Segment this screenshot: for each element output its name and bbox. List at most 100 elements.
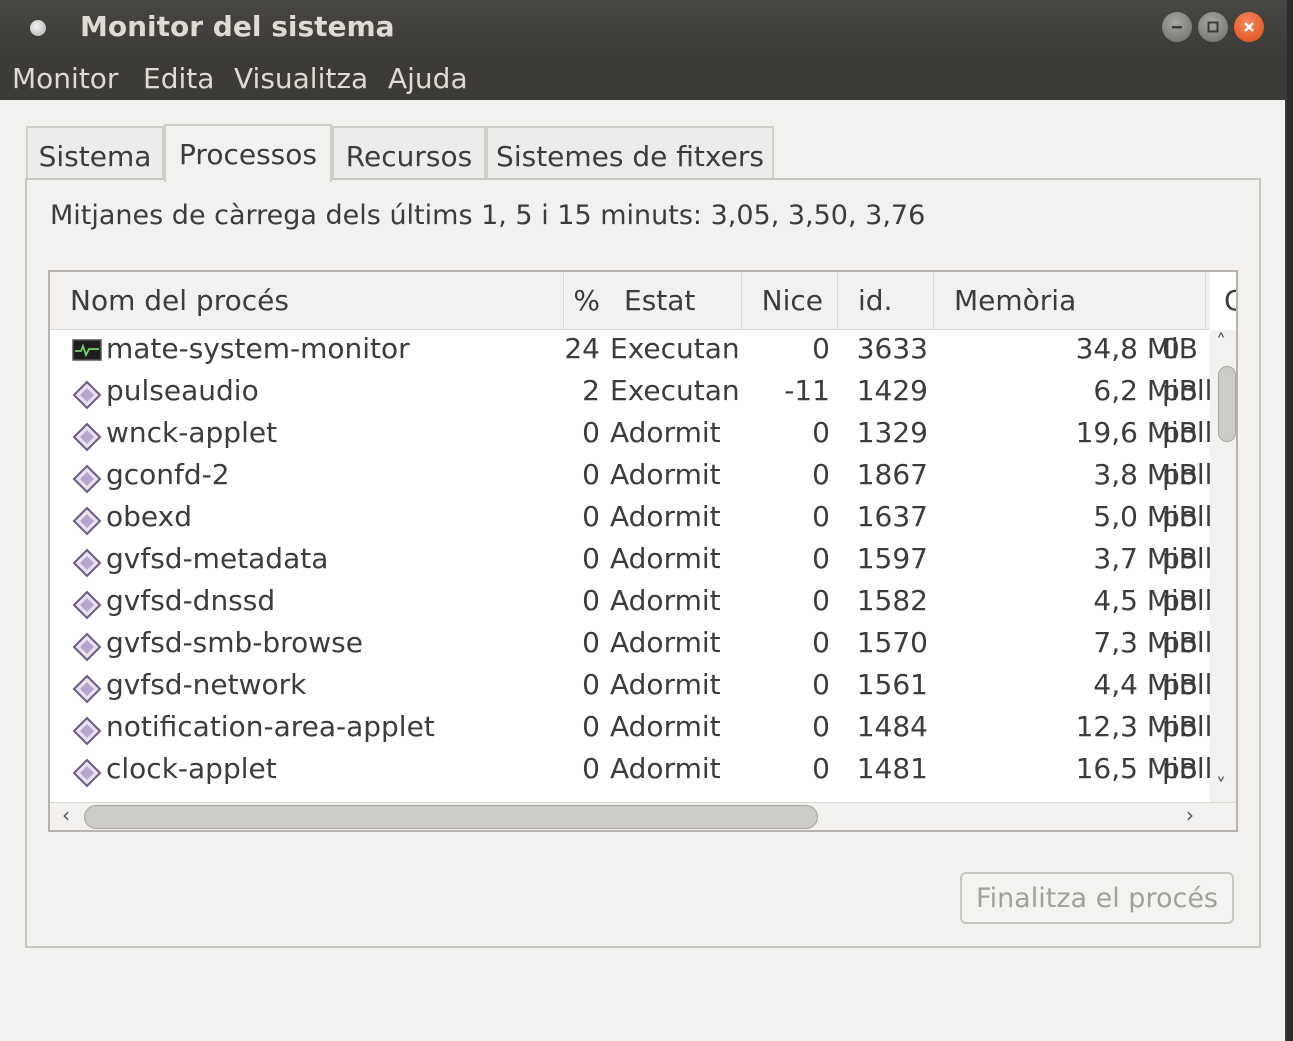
diamond-icon [72,590,102,620]
table-row[interactable]: mate-system-monitor 24 Executan 0 3633 34,8 M… [50,330,1210,372]
maximize-button[interactable] [1198,12,1228,42]
minimize-button[interactable] [1162,12,1192,42]
window-title: Monitor del sistema [80,10,395,43]
menu-ajuda[interactable]: Ajuda [388,62,468,95]
diamond-icon [72,632,102,662]
process-wchan: poll [1162,626,1210,659]
minimize-icon [1172,26,1182,29]
process-name: gvfsd-metadata [106,542,329,575]
vertical-scrollbar[interactable]: ˄ ˅ [1210,330,1236,802]
menu-bar: Monitor Edita Visualitza Ajuda [0,54,1287,100]
column-header-id[interactable]: id. [838,272,934,330]
process-cpu: 2 [582,374,600,407]
process-list[interactable]: mate-system-monitor 24 Executan 0 3633 34,8 M… [50,330,1210,802]
process-wchan: 0 [1162,332,1180,365]
process-mem: 34,8 MiB [1075,332,1198,365]
maximize-icon [1207,21,1219,33]
process-id: 1429 [856,374,928,407]
process-state: Executan [610,332,740,365]
process-name: gvfsd-network [106,668,307,701]
tab-sistemes-de-fitxers[interactable]: Sistemes de fitxers [486,126,774,180]
process-wchan: poll [1162,668,1210,701]
horizontal-scrollbar[interactable]: ‹ › [50,802,1236,830]
close-button[interactable] [1234,12,1264,42]
column-header-name[interactable]: Nom del procés [50,272,564,330]
vertical-scroll-thumb[interactable] [1218,366,1236,442]
table-row[interactable]: gvfsd-dnssd 0 Adormit 0 1582 4,5 MiB poll [50,582,1210,624]
process-table: Nom del procés % Estat Nice id. Memòria … [48,270,1238,832]
process-state: Adormit [610,458,721,491]
column-header-nice[interactable]: Nice [742,272,838,330]
process-name: clock-applet [106,752,277,785]
diamond-icon [72,380,102,410]
process-name: pulseaudio [106,374,259,407]
app-indicator-icon [30,20,46,36]
scroll-right-icon[interactable]: › [1186,803,1194,827]
process-cpu: 0 [582,752,600,785]
process-mem: 7,3 MiB [1093,626,1198,659]
process-id: 1561 [856,668,928,701]
close-icon [1244,22,1254,32]
process-cpu: 0 [582,458,600,491]
table-row[interactable]: obexd 0 Adormit 0 1637 5,0 MiB poll [50,498,1210,540]
diamond-icon [72,758,102,788]
process-name: wnck-applet [106,416,278,449]
scroll-up-icon[interactable]: ˄ [1216,330,1226,354]
horizontal-scroll-thumb[interactable] [84,805,818,829]
diamond-icon [72,548,102,578]
process-mem: 3,8 MiB [1093,458,1198,491]
process-state: Adormit [610,542,721,575]
process-wchan: poll [1162,584,1210,617]
table-row[interactable]: wnck-applet 0 Adormit 0 1329 19,6 MiB poll [50,414,1210,456]
process-cpu: 0 [582,542,600,575]
title-bar[interactable]: Monitor del sistema [0,0,1287,54]
table-row[interactable]: gvfsd-smb-browse 0 Adormit 0 1570 7,3 MiB poll [50,624,1210,666]
end-process-button[interactable]: Finalitza el procés [960,872,1234,924]
process-state: Adormit [610,752,721,785]
process-id: 1637 [856,500,928,533]
diamond-icon [72,716,102,746]
process-id: 1481 [856,752,928,785]
process-mem: 12,3 MiB [1075,710,1198,743]
table-row[interactable]: gvfsd-metadata 0 Adormit 0 1597 3,7 MiB poll [50,540,1210,582]
column-header-memory[interactable]: Memòria [934,272,1206,330]
process-id: 1570 [856,626,928,659]
process-id: 1484 [856,710,928,743]
monitor-icon [72,338,102,368]
process-name: gvfsd-dnssd [106,584,276,617]
process-name: obexd [106,500,192,533]
menu-edita[interactable]: Edita [143,62,214,95]
menu-visualitza[interactable]: Visualitza [234,62,368,95]
column-header-wchan[interactable]: Ca [1206,272,1236,330]
table-row[interactable]: gvfsd-network 0 Adormit 0 1561 4,4 MiB poll [50,666,1210,708]
process-state: Adormit [610,710,721,743]
process-id: 1867 [856,458,928,491]
process-wchan: poll [1162,500,1210,533]
process-state: Adormit [610,668,721,701]
process-name: gconfd-2 [106,458,230,491]
scroll-left-icon[interactable]: ‹ [62,803,70,827]
process-mem: 4,4 MiB [1093,668,1198,701]
table-row[interactable]: gconfd-2 0 Adormit 0 1867 3,8 MiB poll [50,456,1210,498]
process-name: mate-system-monitor [106,332,410,365]
table-row[interactable]: notification-area-applet 0 Adormit 0 1484 12,… [50,708,1210,750]
scroll-down-icon[interactable]: ˅ [1216,774,1226,798]
tab-recursos[interactable]: Recursos [332,126,486,180]
table-row[interactable]: pulseaudio 2 Executan -11 1429 6,2 MiB poll [50,372,1210,414]
process-cpu: 0 [582,500,600,533]
process-cpu: 0 [582,668,600,701]
table-row[interactable]: clock-applet 0 Adormit 0 1481 16,5 MiB poll [50,750,1210,792]
column-header-cpu[interactable]: % [564,272,604,330]
process-state: Adormit [610,584,721,617]
tab-sistema[interactable]: Sistema [26,126,164,180]
process-state: Adormit [610,500,721,533]
process-id: 3633 [856,332,928,365]
diamond-icon [72,422,102,452]
process-wchan: poll [1162,752,1210,785]
process-id: 1597 [856,542,928,575]
column-header-state[interactable]: Estat [604,272,742,330]
tab-processos[interactable]: Processos [164,124,332,182]
diamond-icon [72,464,102,494]
menu-monitor[interactable]: Monitor [12,62,118,95]
process-state: Adormit [610,626,721,659]
